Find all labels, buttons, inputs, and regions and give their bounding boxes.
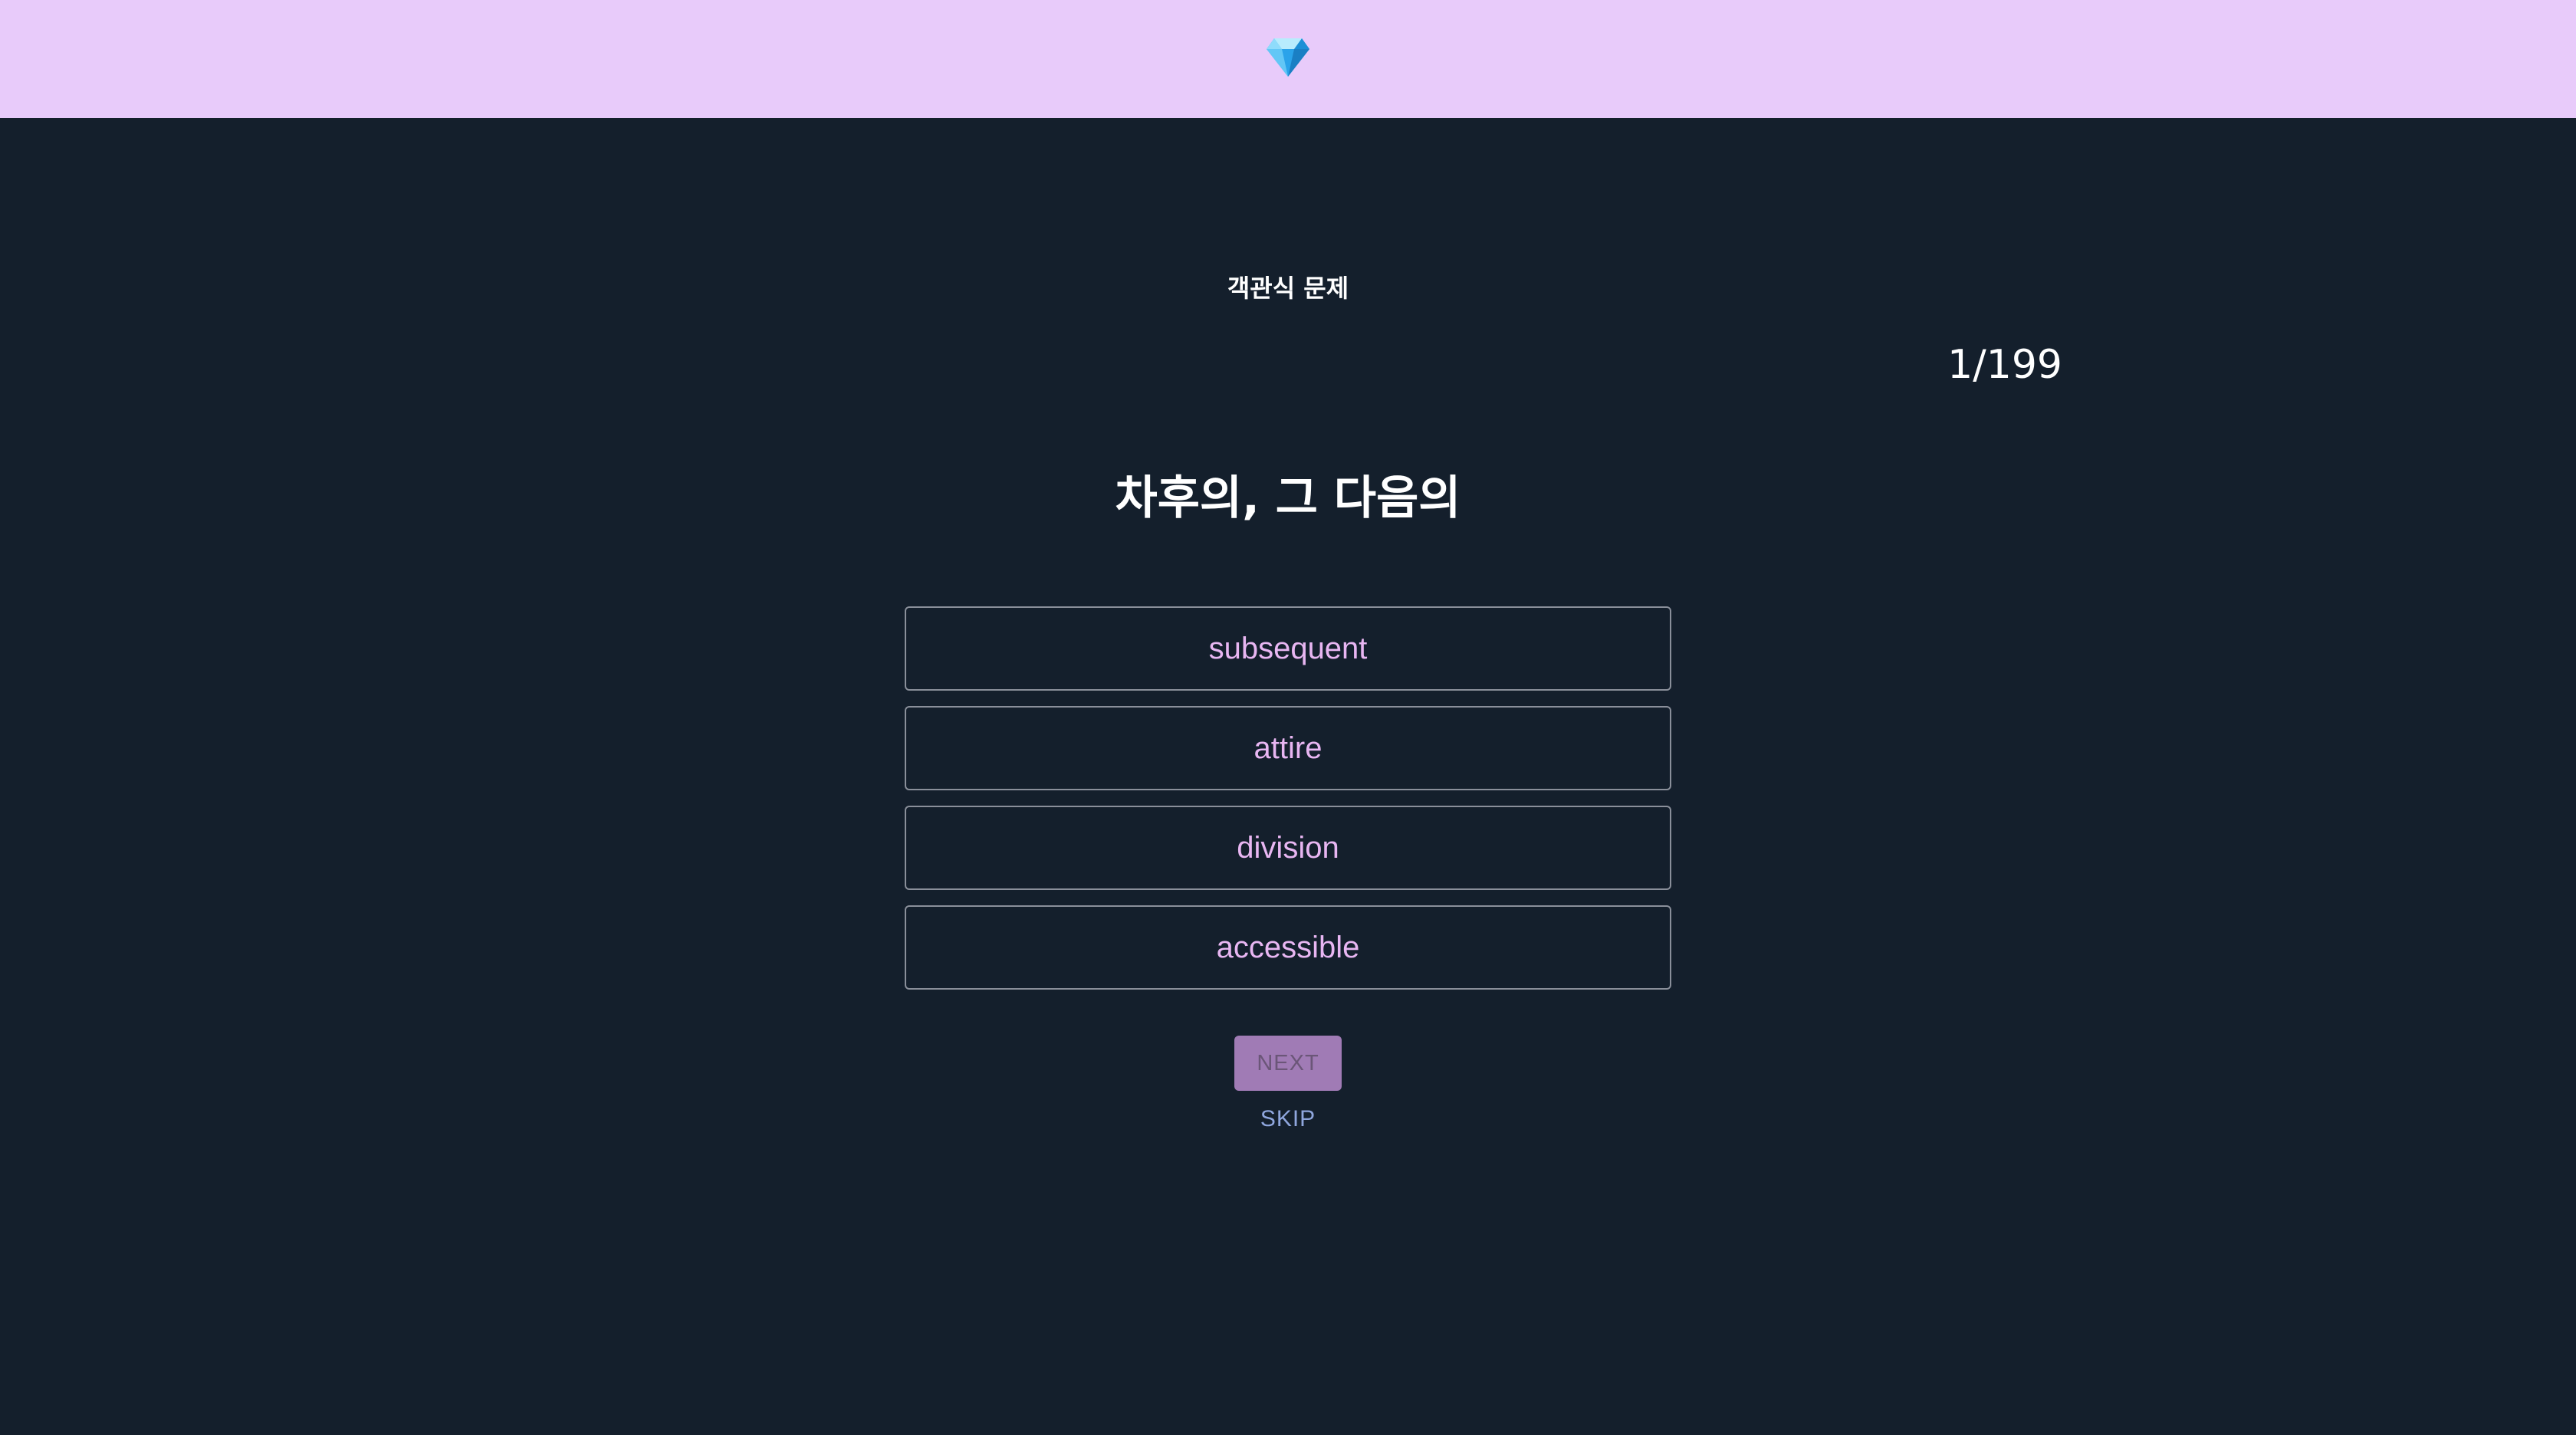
answer-option[interactable]: division [905, 806, 1671, 890]
next-button[interactable]: NEXT [1234, 1036, 1342, 1091]
top-bar [0, 0, 2576, 118]
gem-icon[interactable] [1265, 35, 1311, 78]
question-counter: 1/199 [1947, 342, 2062, 388]
quiz-mode-title: 객관식 문제 [1227, 274, 1349, 303]
answer-option[interactable]: subsequent [905, 606, 1671, 691]
skip-link[interactable]: SKIP [1196, 1104, 1380, 1135]
answer-option[interactable]: attire [905, 706, 1671, 790]
question-text: 차후의, 그 다음의 [1115, 471, 1461, 525]
answer-option[interactable]: accessible [905, 905, 1671, 990]
answer-options: subsequent attire division accessible [905, 606, 1671, 1005]
